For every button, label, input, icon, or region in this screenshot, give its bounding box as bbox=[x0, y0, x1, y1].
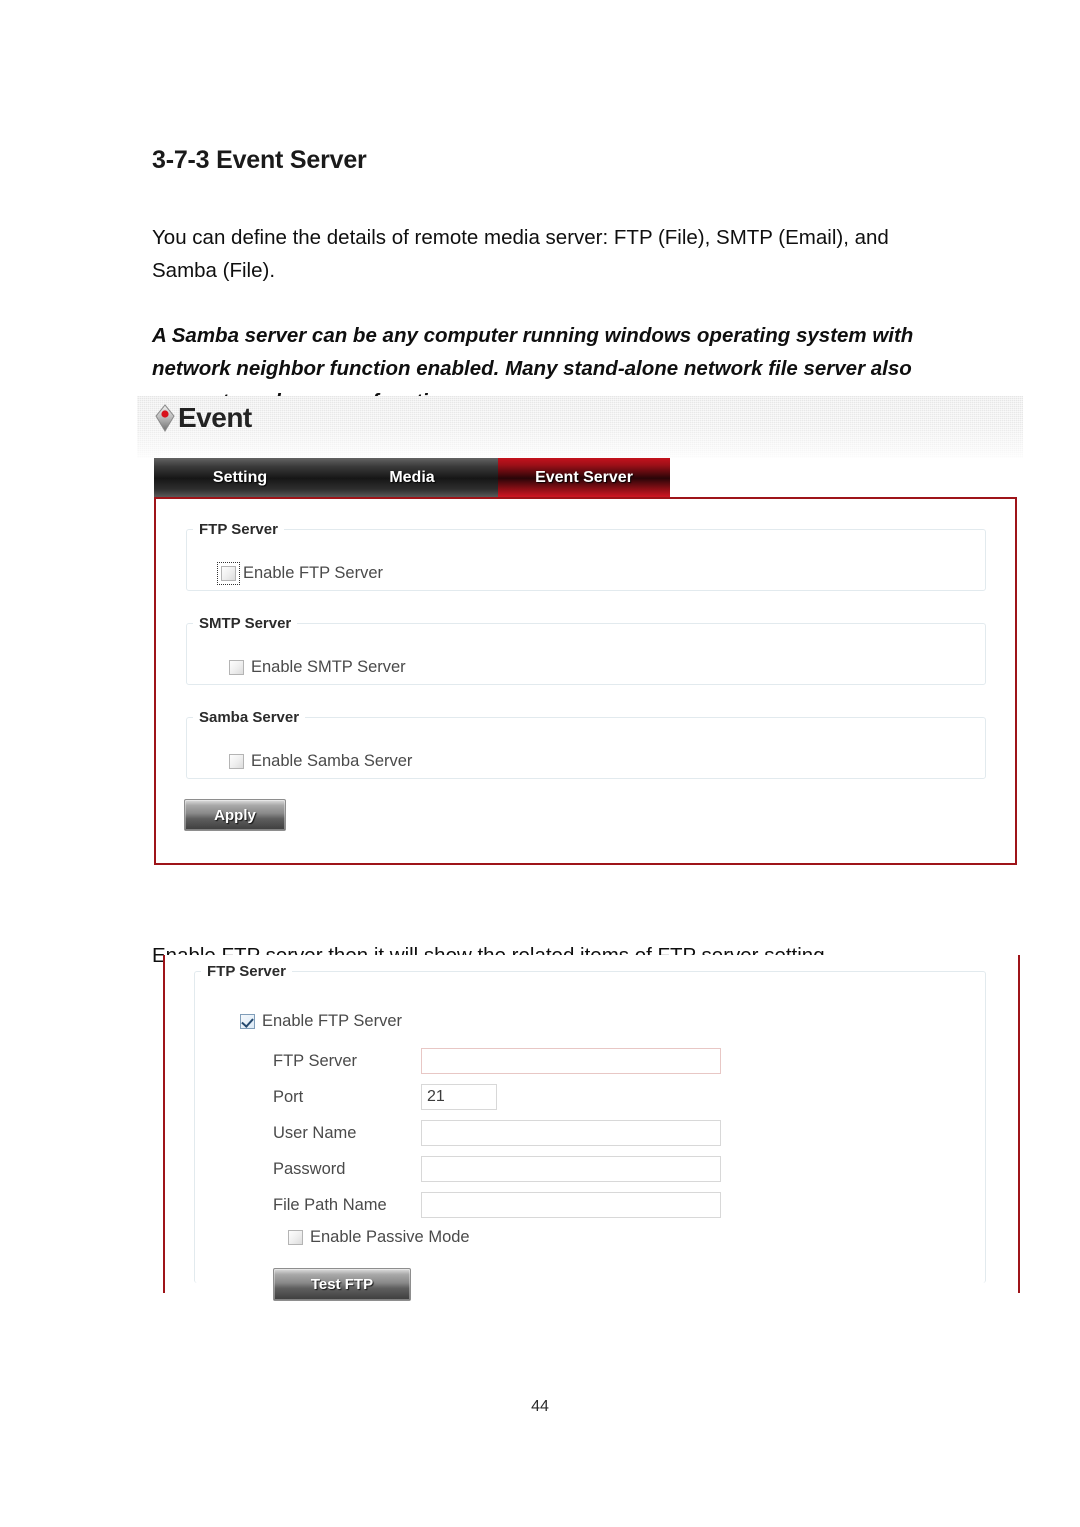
brand: Event bbox=[154, 402, 252, 434]
password-field-label: Password bbox=[273, 1159, 346, 1178]
test-ftp-button[interactable]: Test FTP bbox=[273, 1268, 411, 1301]
ftp-server-expanded-panel: FTP Server Enable FTP Server FTP Server … bbox=[163, 955, 1020, 1301]
enable-passive-mode-label: Enable Passive Mode bbox=[310, 1228, 470, 1246]
enable-ftp-server-row[interactable]: Enable FTP Server bbox=[217, 562, 384, 585]
samba-server-group-legend: Samba Server bbox=[199, 709, 300, 726]
page-number: 44 bbox=[531, 1398, 549, 1415]
ftp-server-group-expanded: FTP Server Enable FTP Server FTP Server … bbox=[194, 963, 986, 1301]
user-name-input[interactable] bbox=[421, 1120, 721, 1146]
enable-smtp-server-label: Enable SMTP Server bbox=[251, 658, 406, 676]
field-row-ftp-server: FTP Server bbox=[273, 1048, 721, 1074]
port-field-label: Port bbox=[273, 1087, 304, 1106]
field-row-file-path-name: File Path Name bbox=[273, 1192, 721, 1218]
user-name-field-label: User Name bbox=[273, 1123, 357, 1142]
event-server-panel: FTP Server Enable FTP Server SMTP Server… bbox=[154, 497, 1017, 865]
file-path-name-field-label: File Path Name bbox=[273, 1195, 387, 1214]
ftp-server-expanded-legend: FTP Server bbox=[207, 963, 286, 980]
ftp-server-group: FTP Server Enable FTP Server bbox=[186, 521, 986, 591]
apply-button[interactable]: Apply bbox=[184, 799, 286, 831]
enable-passive-mode-row[interactable]: Enable Passive Mode bbox=[288, 1228, 470, 1247]
ftp-server-expanded-screenshot: FTP Server Enable FTP Server FTP Server … bbox=[163, 955, 1020, 1301]
field-row-port: Port bbox=[273, 1084, 497, 1110]
smtp-server-group: SMTP Server Enable SMTP Server bbox=[186, 615, 986, 685]
enable-ftp-server-row-expanded[interactable]: Enable FTP Server bbox=[240, 1012, 402, 1031]
port-input[interactable] bbox=[421, 1084, 497, 1110]
page-title: 3-7-3 Event Server bbox=[152, 146, 367, 174]
event-server-screenshot: Event Setting Media Event Server FTP Ser… bbox=[137, 396, 1023, 869]
field-row-password: Password bbox=[273, 1156, 721, 1182]
enable-smtp-server-row[interactable]: Enable SMTP Server bbox=[229, 658, 406, 677]
enable-samba-server-label: Enable Samba Server bbox=[251, 752, 413, 770]
intro-paragraph: You can define the details of remote med… bbox=[152, 225, 889, 282]
ftp-server-input[interactable] bbox=[421, 1048, 721, 1074]
password-input[interactable] bbox=[421, 1156, 721, 1182]
tab-bar: Setting Media Event Server bbox=[154, 458, 670, 497]
field-row-user-name: User Name bbox=[273, 1120, 721, 1146]
enable-ftp-server-checkbox-expanded[interactable] bbox=[240, 1014, 255, 1029]
samba-server-group: Samba Server Enable Samba Server bbox=[186, 709, 986, 779]
brand-title: Event bbox=[178, 402, 252, 433]
tab-setting[interactable]: Setting bbox=[154, 458, 326, 497]
enable-ftp-server-label-expanded: Enable FTP Server bbox=[262, 1012, 403, 1030]
enable-samba-server-row[interactable]: Enable Samba Server bbox=[229, 752, 412, 771]
diamond-event-icon bbox=[154, 403, 176, 433]
tab-media[interactable]: Media bbox=[326, 458, 498, 497]
enable-samba-server-checkbox[interactable] bbox=[229, 754, 244, 769]
ftp-server-group-legend: FTP Server bbox=[199, 521, 278, 538]
enable-ftp-server-checkbox[interactable] bbox=[217, 562, 240, 585]
app-header: Event bbox=[137, 396, 1023, 458]
enable-ftp-server-label: Enable FTP Server bbox=[243, 564, 384, 582]
ftp-server-field-label: FTP Server bbox=[273, 1051, 358, 1070]
file-path-name-input[interactable] bbox=[421, 1192, 721, 1218]
enable-passive-mode-checkbox[interactable] bbox=[288, 1230, 303, 1245]
tab-event-server[interactable]: Event Server bbox=[498, 458, 670, 497]
smtp-server-group-legend: SMTP Server bbox=[199, 615, 292, 632]
enable-smtp-server-checkbox[interactable] bbox=[229, 660, 244, 675]
